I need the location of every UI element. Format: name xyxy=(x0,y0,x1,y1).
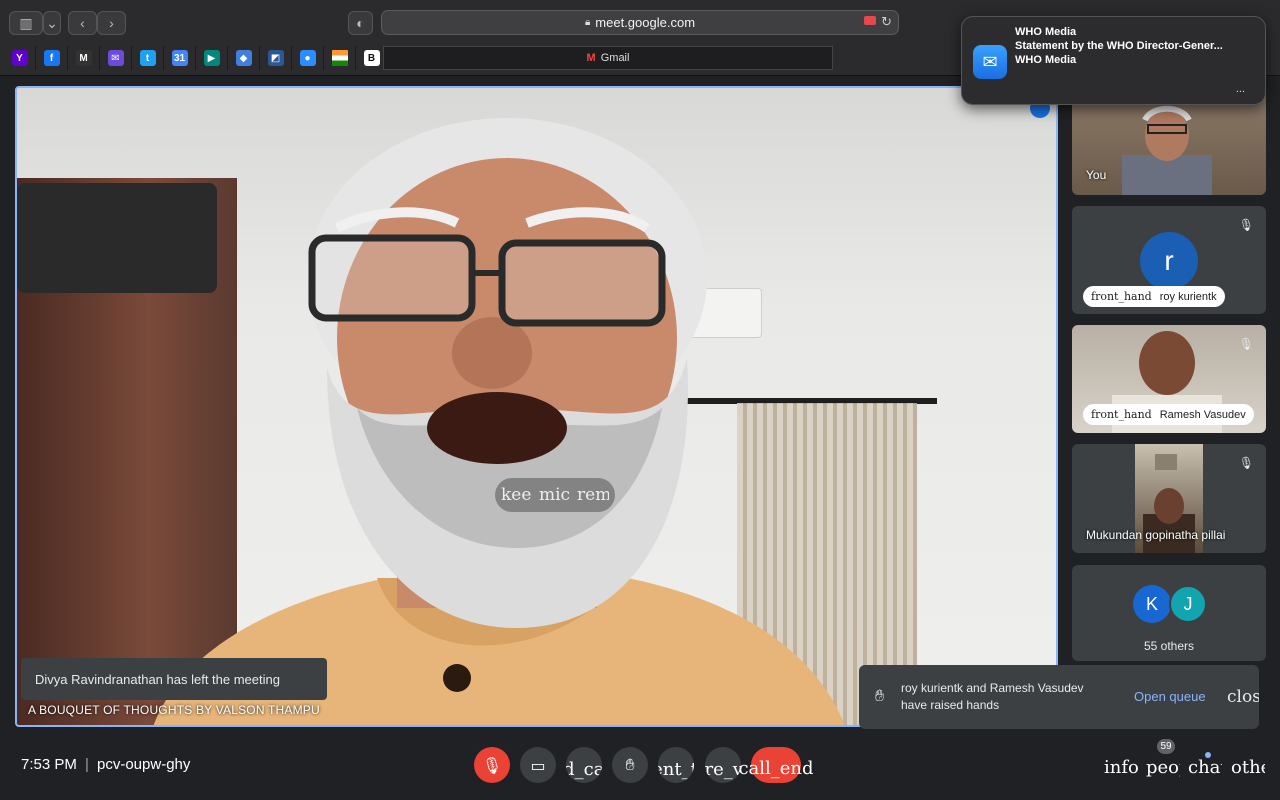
meeting-code: pcv-oupw-ghy xyxy=(97,756,191,773)
camera-button[interactable]: ▭ xyxy=(520,747,556,783)
caption-word: mic xyxy=(539,485,571,505)
mic-off-icon: 🎙︎ xyxy=(1238,337,1254,351)
meet-icon: ▶ xyxy=(203,50,220,66)
tile-name-mukundan: Mukundan gopinatha pillai xyxy=(1086,528,1226,542)
raised-hands-toast: ✋︎ roy kurientk and Ramesh Vasudev have … xyxy=(859,665,1259,729)
main-speaker-name: A BOUQUET OF THOUGHTS BY VALSON THAMPU xyxy=(28,703,320,717)
bookmark-tab-gmail[interactable]: M Gmail xyxy=(383,46,833,70)
tile-you[interactable]: You xyxy=(1072,90,1266,195)
front-hand-icon: front_hand xyxy=(1091,408,1152,421)
india-flag-icon xyxy=(331,50,348,66)
reload-icon[interactable]: ↻ xyxy=(881,14,892,30)
caption-word: rem xyxy=(577,485,609,505)
you-figure xyxy=(1122,105,1212,195)
raised-hand-pill: front_hand roy kurientk xyxy=(1083,286,1225,307)
bookmark-tab-label: Gmail xyxy=(600,52,630,64)
bookmark-item[interactable] xyxy=(324,46,356,70)
url-text: meet.google.com xyxy=(595,15,696,30)
maps-icon: ◆ xyxy=(235,50,252,66)
camera-in-use-icon[interactable] xyxy=(864,16,876,25)
avatar: J xyxy=(1169,585,1207,623)
people-count-badge: 59 xyxy=(1157,739,1175,754)
bookmark-item[interactable]: f xyxy=(36,46,68,70)
bookmark-item[interactable]: ✉ xyxy=(100,46,132,70)
mail-icon: ✉ xyxy=(107,50,124,66)
tile-name-roy: roy kurientk xyxy=(1159,290,1217,303)
separator: | xyxy=(85,756,89,773)
forward-button[interactable]: › xyxy=(97,11,126,35)
hand-icon: ✋︎ xyxy=(875,688,885,705)
shield-icon[interactable]: ◐ xyxy=(348,11,373,35)
tile-others[interactable]: K J 55 others xyxy=(1072,565,1266,661)
raised-hands-message: roy kurientk and Ramesh Vasudev have rai… xyxy=(901,681,1084,712)
back-button[interactable]: ‹ xyxy=(68,11,97,35)
calendar-icon: 31 xyxy=(171,50,188,66)
mic-off-button[interactable]: 🎙︎ xyxy=(474,747,510,783)
bookmark-item[interactable]: M xyxy=(68,46,100,70)
tile-name-you: You xyxy=(1086,168,1107,182)
bookmark-item[interactable]: ◩ xyxy=(260,46,292,70)
toast-text: Divya Ravindranathan has left the meetin… xyxy=(35,671,280,687)
address-bar[interactable]: 🔒︎ meet.google.com ↻ xyxy=(381,10,899,35)
bookmarks-bar: Yf M ✉ t 31 ▶ ◆ ◩ ● B xyxy=(4,46,388,70)
meeting-control-bar: 7:53 PM | pcv-oupw-ghy 🎙︎ ▭ closed_capti… xyxy=(0,735,1280,800)
notification-sender: WHO Media xyxy=(1015,54,1077,66)
sidebar-toggle-icon[interactable]: ▥ xyxy=(9,11,43,35)
raise-hand-button[interactable]: ✋︎ xyxy=(612,747,648,783)
left-meeting-toast: Divya Ravindranathan has left the meetin… xyxy=(21,658,327,700)
mail-icon: ✉ xyxy=(973,45,1007,79)
avatar: K xyxy=(1133,585,1171,623)
meeting-info-button[interactable]: info xyxy=(1104,757,1138,778)
clock: 7:53 PM xyxy=(21,756,77,773)
main-speaker-video[interactable]: kee mic rem xyxy=(15,86,1058,727)
facebook-icon: f xyxy=(43,50,60,66)
bookmark-item[interactable]: t xyxy=(132,46,164,70)
gmail-icon: M xyxy=(586,52,596,64)
mic-off-icon: 🎙︎ xyxy=(1238,218,1254,232)
gmail-icon: M xyxy=(75,50,92,66)
tile-ramesh-vasudev[interactable]: 🎙︎ front_hand Ramesh Vasudev xyxy=(1072,325,1266,433)
activities-button[interactable]: other xyxy=(1231,757,1265,778)
leave-call-button[interactable]: call_end xyxy=(738,747,814,783)
bookmark-item[interactable]: 31 xyxy=(164,46,196,70)
notification-app: WHO Media xyxy=(1015,26,1077,38)
speaker-figure xyxy=(153,118,845,725)
b-icon: B xyxy=(363,50,380,66)
more-options-button[interactable]: more_vert xyxy=(705,747,741,783)
captions-button[interactable]: closed_caption xyxy=(566,747,602,783)
mic-off-icon: 🎙︎ xyxy=(1238,456,1254,470)
others-count: 55 others xyxy=(1143,639,1195,653)
yahoo-icon: Y xyxy=(11,50,28,66)
people-button[interactable]: people xyxy=(1146,757,1180,778)
system-notification[interactable]: ✉ WHO Media Statement by the WHO Directo… xyxy=(961,16,1266,105)
avatar: r xyxy=(1140,232,1198,290)
raised-hand-pill: front_hand Ramesh Vasudev xyxy=(1083,404,1254,425)
tile-roy-kurientk[interactable]: 🎙︎ r front_hand roy kurientk xyxy=(1072,206,1266,314)
notification-subject: Statement by the WHO Director-Gener... xyxy=(1015,40,1223,52)
bookmark-item[interactable]: ▶ xyxy=(196,46,228,70)
tile-mukundan[interactable]: 🎙︎ Mukundan gopinatha pillai xyxy=(1072,444,1266,553)
tile-name-ramesh: Ramesh Vasudev xyxy=(1159,408,1246,421)
close-button[interactable]: close xyxy=(1227,687,1259,707)
bookmark-item[interactable]: ◆ xyxy=(228,46,260,70)
notification-more[interactable]: ... xyxy=(1236,83,1245,95)
open-queue-button[interactable]: Open queue xyxy=(1134,689,1206,704)
present-button[interactable]: present_to_all xyxy=(658,747,694,783)
bookmark-item[interactable]: Y xyxy=(4,46,36,70)
captions-overlay: kee mic rem xyxy=(495,478,615,512)
caption-word: kee xyxy=(501,485,532,505)
zoom-icon: ● xyxy=(299,50,316,66)
lock-icon: 🔒︎ xyxy=(584,17,591,28)
chevron-down-icon[interactable]: ⌄ xyxy=(43,11,61,35)
twitter-icon: t xyxy=(139,50,156,66)
chart-icon: ◩ xyxy=(267,50,284,66)
chat-button[interactable]: chat xyxy=(1188,757,1222,778)
bookmark-item[interactable]: ● xyxy=(292,46,324,70)
front-hand-icon: front_hand xyxy=(1091,290,1152,303)
